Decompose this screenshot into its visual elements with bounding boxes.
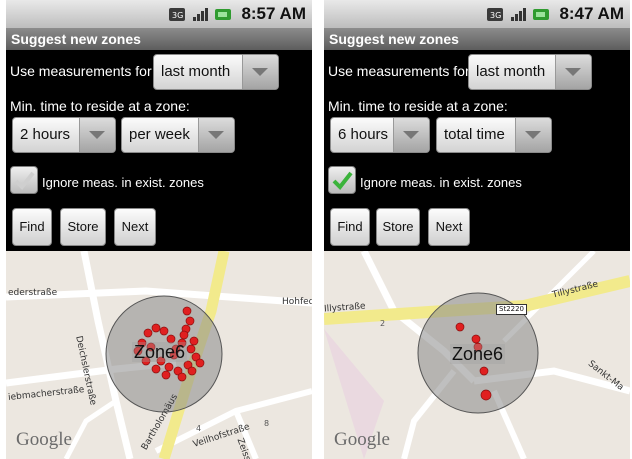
duration-spinner-value: 6 hours [338, 126, 389, 143]
house-number: 8 [264, 419, 270, 428]
period-spinner-value: total time [444, 126, 505, 143]
zone-label: Zone6 [132, 342, 188, 362]
google-logo: Google [16, 429, 72, 450]
measurements-spinner[interactable]: last month [468, 54, 592, 90]
3g-data-icon: 3G [487, 7, 505, 22]
screen-right: 3G 8:47 AM Suggest new zones Use measure… [324, 0, 630, 459]
screen-title: Suggest new zones [6, 28, 312, 50]
ignore-existing-zones-checkbox[interactable] [328, 166, 356, 194]
screen-left: 3G 8:57 AM Suggest new zones Use measure… [6, 0, 312, 459]
period-spinner[interactable]: per week [121, 117, 235, 153]
map-view[interactable]: Illystraße Tillystraße Sankt-Ma St2220 2… [324, 251, 630, 459]
measurements-label: Use measurements for [10, 63, 152, 79]
period-spinner-value: per week [129, 126, 190, 143]
find-button[interactable]: Find [330, 208, 370, 246]
measurements-label: Use measurements for [328, 63, 470, 79]
store-button[interactable]: Store [376, 208, 420, 246]
store-button[interactable]: Store [60, 208, 106, 246]
ignore-existing-zones-label: Ignore meas. in exist. zones [42, 175, 204, 190]
check-icon [332, 171, 353, 191]
ignore-existing-zones-label: Ignore meas. in exist. zones [360, 175, 522, 190]
status-clock: 8:57 AM [241, 4, 306, 23]
google-logo: Google [334, 429, 390, 450]
duration-spinner[interactable]: 6 hours [330, 117, 430, 153]
map-view[interactable]: ederstraße Deichslerstraße Hohfed iebmac… [6, 251, 312, 459]
check-icon-disabled [14, 171, 35, 191]
measurements-spinner[interactable]: last month [153, 54, 279, 90]
3g-data-icon: 3G [169, 7, 187, 22]
status-bar: 3G 8:57 AM [6, 0, 312, 28]
zone-label: Zone6 [450, 344, 506, 364]
dropdown-arrow-icon [198, 118, 234, 152]
dropdown-arrow-icon [242, 55, 278, 89]
duration-spinner[interactable]: 2 hours [12, 117, 116, 153]
street-label: Hohfed [282, 297, 312, 307]
measurements-spinner-value: last month [161, 63, 231, 80]
signal-strength-icon [192, 7, 210, 22]
battery-icon [533, 7, 551, 22]
house-number: 2 [380, 319, 386, 328]
dropdown-arrow-icon [555, 55, 591, 89]
next-button[interactable]: Next [114, 208, 156, 246]
next-button[interactable]: Next [428, 208, 470, 246]
find-button[interactable]: Find [12, 208, 52, 246]
status-clock: 8:47 AM [559, 4, 624, 23]
duration-spinner-value: 2 hours [20, 126, 71, 143]
signal-strength-icon [510, 7, 528, 22]
min-time-label: Min. time to reside at a zone: [10, 98, 190, 114]
route-shield: St2220 [496, 304, 528, 315]
house-number: 4 [196, 424, 202, 433]
status-bar: 3G 8:47 AM [324, 0, 630, 28]
dropdown-arrow-icon [79, 118, 115, 152]
min-time-label: Min. time to reside at a zone: [328, 98, 508, 114]
svg-text:3G: 3G [490, 11, 501, 20]
dropdown-arrow-icon [515, 118, 551, 152]
battery-icon [215, 7, 233, 22]
ignore-existing-zones-checkbox[interactable] [10, 166, 38, 194]
dropdown-arrow-icon [393, 118, 429, 152]
measurements-spinner-value: last month [476, 63, 546, 80]
screen-title: Suggest new zones [324, 28, 630, 50]
street-label: ederstraße [8, 288, 58, 298]
period-spinner[interactable]: total time [436, 117, 552, 153]
svg-text:3G: 3G [172, 11, 183, 20]
